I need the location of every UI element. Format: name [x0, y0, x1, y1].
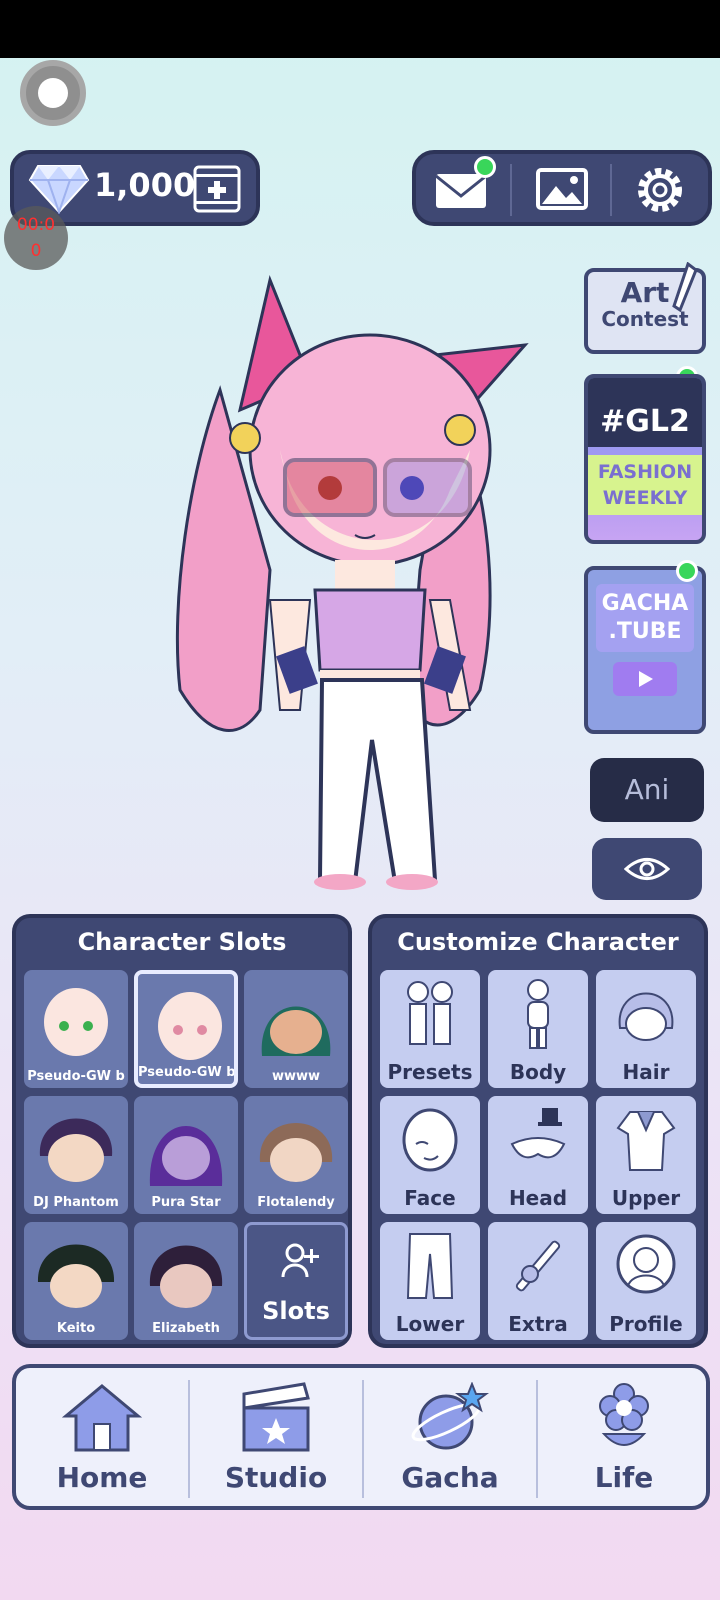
customize-extra-button[interactable]: Extra: [488, 1222, 588, 1340]
planet-star-icon: [411, 1382, 489, 1450]
house-icon: [62, 1384, 142, 1452]
top-toolbar: [412, 150, 712, 226]
gallery-icon[interactable]: [532, 164, 592, 216]
customize-upper-button[interactable]: Upper: [596, 1096, 696, 1214]
customize-character-panel: Customize Character Presets Body Hair Fa…: [368, 914, 708, 1348]
nav-studio[interactable]: Studio: [190, 1368, 362, 1506]
avatar: [44, 988, 108, 1056]
customize-character-title: Customize Character: [397, 928, 679, 956]
body-icon: [527, 979, 549, 1049]
customize-profile-button[interactable]: Profile: [596, 1222, 696, 1340]
status-bar: [0, 0, 720, 58]
avatar: [149, 1245, 223, 1308]
clapperboard-icon: [242, 1382, 310, 1452]
avatar: [39, 1118, 113, 1182]
pants-icon: [406, 1233, 454, 1299]
avatar: [149, 1126, 223, 1186]
character-slot[interactable]: Pura Star: [134, 1096, 238, 1214]
nav-gacha[interactable]: Gacha: [364, 1368, 536, 1506]
art-contest-button[interactable]: Art Contest: [584, 262, 706, 354]
bottom-navigation: Home Studio Gacha Life: [12, 1364, 710, 1510]
customize-hair-button[interactable]: Hair: [596, 970, 696, 1088]
extra-items-icon: [515, 1240, 561, 1292]
character-slot[interactable]: Keito: [24, 1222, 128, 1340]
recording-timer: 00:0 0: [4, 206, 68, 270]
gacha-tube-button[interactable]: GACHA .TUBE: [584, 566, 706, 734]
avatar: [261, 1006, 331, 1056]
gacha-tube-notification-dot: [676, 560, 698, 582]
gem-count: 1,000: [94, 166, 196, 204]
customize-head-button[interactable]: Head: [488, 1096, 588, 1214]
play-icon: [613, 662, 677, 696]
character-preview[interactable]: [150, 270, 550, 910]
nav-home[interactable]: Home: [16, 1368, 188, 1506]
add-slots-button[interactable]: Slots: [244, 1222, 348, 1340]
character-slot[interactable]: Elizabeth: [134, 1222, 238, 1340]
pencil-icon: [672, 262, 698, 313]
character-slots-title: Character Slots: [77, 928, 287, 956]
gl2-fashion-weekly-button[interactable]: #GL2 FASHION WEEKLY: [584, 374, 706, 544]
customize-body-button[interactable]: Body: [488, 970, 588, 1088]
character-slot[interactable]: Pseudo-GW b: [134, 970, 238, 1088]
gear-icon[interactable]: [630, 164, 690, 216]
nav-life[interactable]: Life: [538, 1368, 710, 1506]
customize-face-button[interactable]: Face: [380, 1096, 480, 1214]
animation-toggle-button[interactable]: Ani: [590, 758, 704, 822]
customize-presets-button[interactable]: Presets: [380, 970, 480, 1088]
add-gems-icon[interactable]: [192, 164, 242, 214]
character-slot[interactable]: Pseudo-GW b: [24, 970, 128, 1088]
head-accessory-icon: [510, 1108, 566, 1159]
screen-record-button[interactable]: [20, 60, 86, 126]
mail-notification-dot: [474, 156, 496, 178]
character-slot[interactable]: wwww: [244, 970, 348, 1088]
add-user-icon: [281, 1243, 319, 1278]
customize-lower-button[interactable]: Lower: [380, 1222, 480, 1340]
shirt-icon: [616, 1111, 676, 1171]
avatar: [158, 992, 222, 1060]
flower-icon: [599, 1383, 649, 1446]
visibility-toggle-button[interactable]: [592, 838, 702, 900]
character-slot[interactable]: Flotalendy: [244, 1096, 348, 1214]
profile-icon: [616, 1234, 676, 1294]
hair-icon: [618, 992, 674, 1041]
avatar: [37, 1244, 115, 1308]
avatar: [259, 1123, 333, 1182]
face-icon: [402, 1108, 458, 1172]
presets-icon: [407, 981, 453, 1045]
character-slot[interactable]: DJ Phantom: [24, 1096, 128, 1214]
character-slots-panel: Character Slots Pseudo-GW b Pseudo-GW b …: [12, 914, 352, 1348]
eye-icon: [624, 858, 670, 880]
